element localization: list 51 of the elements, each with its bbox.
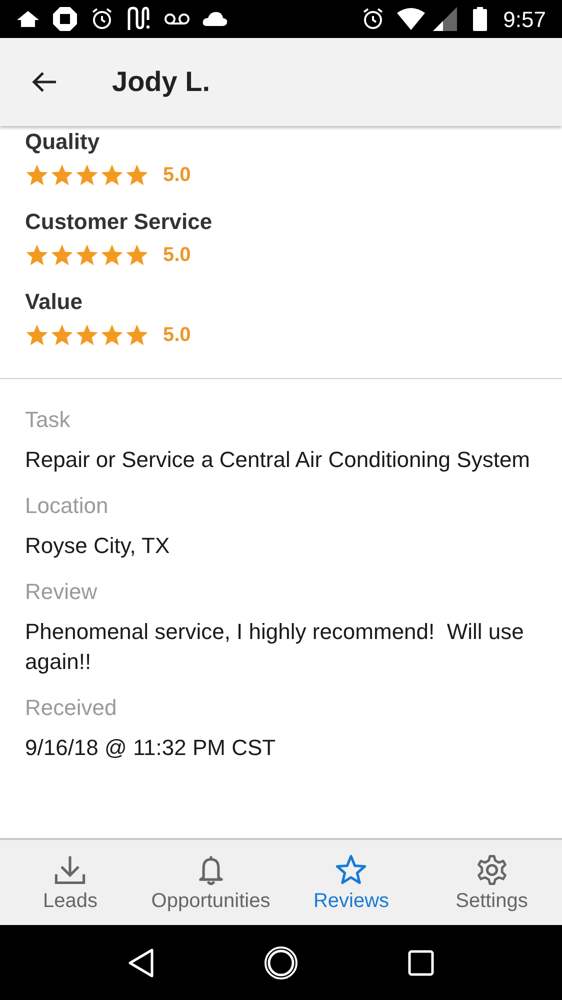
star-icon <box>75 243 99 267</box>
status-time: 9:57 <box>503 6 546 34</box>
battery-icon <box>473 7 488 31</box>
house-icon <box>16 9 40 29</box>
rating-label: Quality <box>25 128 101 156</box>
back-icon[interactable] <box>128 948 154 978</box>
wifi-icon <box>397 8 426 30</box>
star-icon <box>25 243 49 267</box>
app-icon <box>52 6 78 32</box>
detail-label: Location <box>25 492 110 520</box>
detail-value: Phenomenal service, I highly recommend! Will use again!! <box>25 618 525 676</box>
detail-label: Received <box>25 694 118 722</box>
nav-tab[interactable]: Leads <box>0 840 140 925</box>
home-icon[interactable] <box>264 946 298 980</box>
star-icon <box>125 243 149 267</box>
rating-label: Customer Service <box>25 208 214 236</box>
voicemail-icon <box>164 12 190 26</box>
star-icon <box>50 243 74 267</box>
signal-icon <box>433 7 458 31</box>
rating-score: 5.0 <box>163 243 191 268</box>
rating-label: Value <box>25 288 84 316</box>
star-icon <box>50 163 74 187</box>
star-icon <box>100 323 124 347</box>
rating-score: 5.0 <box>163 163 191 188</box>
detail-label: Review <box>25 578 98 606</box>
rating-score: 5.0 <box>163 323 191 348</box>
star-icon <box>25 323 49 347</box>
detail-value: 9/16/18 @ 11:32 PM CST <box>25 734 277 762</box>
alarm-icon <box>361 7 386 31</box>
star-icon <box>50 323 74 347</box>
detail-label: Task <box>25 406 72 434</box>
star-icon <box>125 323 149 347</box>
settings-icon <box>474 852 509 886</box>
recents-icon[interactable] <box>408 950 434 976</box>
star-icon <box>334 852 368 886</box>
nav-tab[interactable]: Opportunities <box>140 840 281 925</box>
back-arrow-icon <box>31 71 57 93</box>
alarm-icon <box>90 7 114 31</box>
star-icon <box>125 163 149 187</box>
detail-value: Royse City, TX <box>25 532 171 560</box>
wave-icon <box>126 6 152 32</box>
star-icon <box>25 163 49 187</box>
page-title: Jody L. <box>112 65 210 99</box>
star-icon <box>100 163 124 187</box>
nav-tab[interactable]: Settings <box>422 840 562 925</box>
nav-tab[interactable]: Reviews <box>281 840 422 925</box>
star-icon <box>75 163 99 187</box>
star-icon <box>100 243 124 267</box>
cloud-icon <box>202 11 228 27</box>
detail-value: Repair or Service a Central Air Conditioning System <box>25 446 532 474</box>
star-icon <box>75 323 99 347</box>
